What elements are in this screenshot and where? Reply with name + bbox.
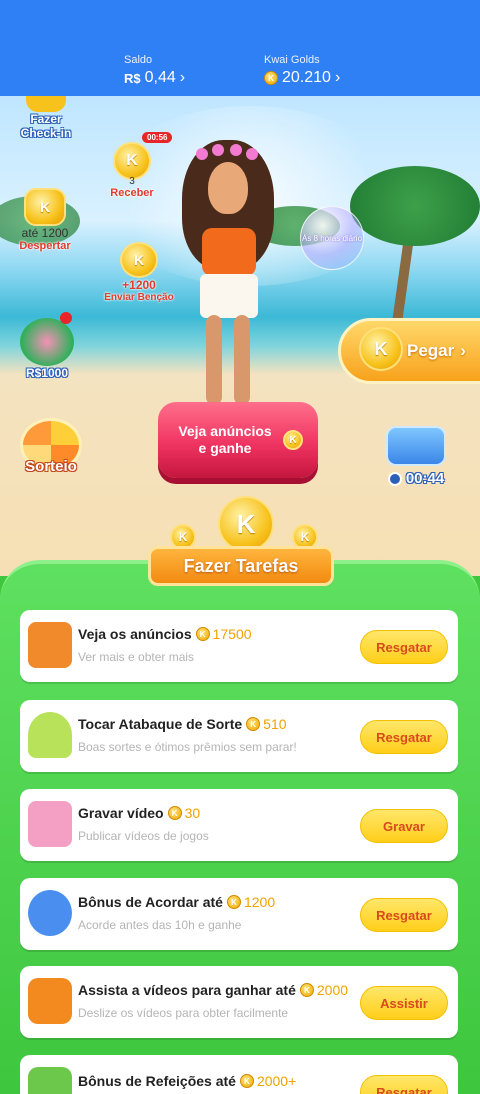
camera-icon <box>28 978 72 1024</box>
assistir-button[interactable]: Assistir <box>360 986 448 1020</box>
bencao-amount: +1200 <box>122 278 156 292</box>
receber-label: Receber <box>110 187 154 199</box>
task-title: Assista a vídeos para ganhar até <box>78 982 296 998</box>
task-title: Bônus de Acordar até <box>78 894 223 910</box>
task-subtitle: Ver mais e obter mais <box>78 650 195 664</box>
palm-tree <box>350 166 480 246</box>
task-subtitle: Acorde antes das 10h e ganhe <box>78 918 242 932</box>
despertar-label: Despertar <box>19 240 71 252</box>
coin-icon: K <box>283 430 303 450</box>
task-card: Assista a vídeos para ganhar até K 2000 De… <box>20 966 458 1038</box>
check-in-widget[interactable]: Fazer Check-in <box>14 96 78 140</box>
enviar-bencao-widget[interactable]: K +1200 Enviar Benção <box>98 242 180 303</box>
drum-icon <box>28 712 72 758</box>
pegar-button[interactable]: K Pegar › <box>338 318 480 384</box>
tv-icon <box>28 622 72 668</box>
sorteio-label: Sorteio <box>25 458 77 475</box>
task-card: Tocar Atabaque de Sorte K 510 Boas sortes … <box>20 700 458 772</box>
treasure-chest-timer[interactable]: 00:44 <box>378 426 454 492</box>
resgatar-button[interactable]: Resgatar <box>360 630 448 664</box>
task-title: Gravar vídeo <box>78 805 164 821</box>
video-icon <box>28 801 72 847</box>
resgatar-button[interactable]: Resgatar <box>360 720 448 754</box>
coin-icon: K <box>195 627 210 641</box>
coin-icon: K <box>113 142 151 180</box>
bencao-label: Enviar Benção <box>104 292 174 303</box>
task-subtitle: Deslize os vídeos para obter facilmente <box>78 1006 289 1020</box>
coin-icon: K <box>264 71 278 85</box>
ads-label: Veja anúncios e ganhe <box>178 423 272 456</box>
task-reward: 510 <box>263 716 287 732</box>
kwai-golds-balance[interactable]: Kwai Golds K 20.210 › <box>264 54 340 87</box>
currency-label: R$ <box>124 70 141 86</box>
calendar-icon <box>26 96 66 112</box>
gravar-button[interactable]: Gravar <box>360 809 448 843</box>
coin-icon: K <box>120 242 158 278</box>
coin-icon: K <box>246 717 261 731</box>
resgatar-button[interactable]: Resgatar <box>360 1075 448 1094</box>
task-card: Gravar vídeo K 30 Publicar vídeos de jogos… <box>20 789 458 861</box>
watch-ads-button[interactable]: Veja anúncios e ganhe K <box>158 402 318 478</box>
despertar-amount: até 1200 <box>21 226 69 240</box>
sorteio-widget[interactable]: Sorteio <box>14 418 88 475</box>
bubble-text: Às 8 horas diário <box>301 233 363 243</box>
chest-timer: 00:44 <box>405 470 445 487</box>
task-card: Veja os anúncios K 17500 Ver mais e obter … <box>20 610 458 682</box>
tasks-banner: K K K Fazer Tarefas <box>0 496 480 596</box>
coin-icon: K <box>359 327 403 371</box>
golds-label: Kwai Golds <box>264 54 320 66</box>
task-title: Bônus de Refeições até <box>78 1073 236 1089</box>
despertar-widget[interactable]: K até 1200 Despertar <box>12 188 78 252</box>
saldo-balance[interactable]: Saldo R$ 0,44 › <box>124 54 185 87</box>
task-title: Veja os anúncios <box>78 626 192 642</box>
money-label: R$1000 <box>25 366 69 380</box>
task-subtitle: Boas sortes e ótimos prêmios sem parar! <box>78 740 297 754</box>
chest-icon <box>386 426 446 466</box>
clock-icon <box>387 471 402 486</box>
coin-icon: K <box>239 1074 254 1088</box>
saldo-value: 0,44 <box>144 69 176 86</box>
money-widget[interactable]: R$1000 <box>16 312 78 380</box>
coin-icon: K <box>299 983 314 997</box>
task-reward: 30 <box>184 805 201 821</box>
tasks-title: Fazer Tarefas <box>148 546 334 586</box>
task-reward: 2000+ <box>256 1073 297 1089</box>
chevron-right-icon: › <box>334 69 341 86</box>
task-title: Tocar Atabaque de Sorte <box>78 716 243 732</box>
saldo-label: Saldo <box>124 54 153 66</box>
task-reward: 1200 <box>243 894 276 910</box>
coin-icon: K <box>167 806 182 820</box>
chevron-right-icon: › <box>179 69 186 86</box>
resgatar-button[interactable]: Resgatar <box>360 898 448 932</box>
coin-icon: K <box>226 895 241 909</box>
receber-widget[interactable]: 00:56 K 3 Receber <box>104 132 173 199</box>
top-balance-bar: Saldo R$ 0,44 › Kwai Golds K 20.210 › <box>0 0 480 96</box>
task-card: Bônus de Refeições até K 2000+ Resgatar <box>20 1055 458 1094</box>
task-reward: 2000 <box>316 982 349 998</box>
receber-timer: 00:56 <box>142 132 173 143</box>
meal-icon <box>28 1067 72 1094</box>
coin-stack-icon: K <box>24 188 66 226</box>
task-reward: 17500 <box>212 626 252 642</box>
alarm-icon <box>28 890 72 936</box>
daily-bubble[interactable]: Às 8 horas diário <box>300 206 364 270</box>
task-subtitle: Publicar vídeos de jogos <box>78 829 209 843</box>
coin-icon: K <box>218 496 274 552</box>
check-in-label: Fazer Check-in <box>20 112 72 140</box>
receber-count: 3 <box>129 176 135 187</box>
money-stack-icon <box>20 318 74 366</box>
task-card: Bônus de Acordar até K 1200 Acorde antes d… <box>20 878 458 950</box>
golds-value: 20.210 <box>282 69 331 86</box>
pegar-label: Pegar <box>407 341 455 360</box>
avatar-character <box>178 140 278 410</box>
notification-dot <box>60 312 72 324</box>
chevron-right-icon: › <box>460 341 466 360</box>
